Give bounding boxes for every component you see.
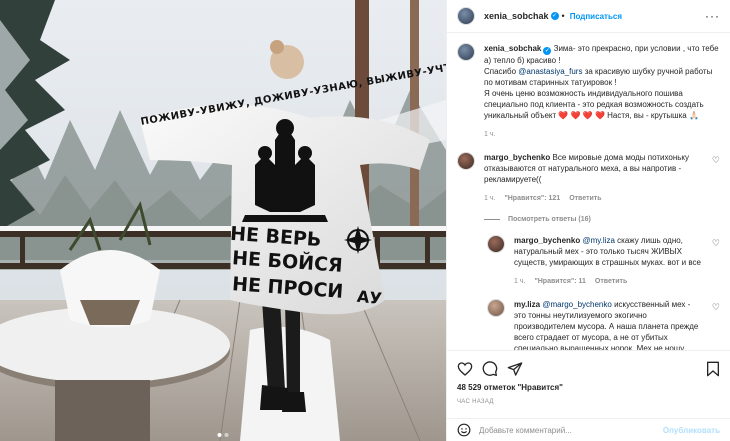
follow-button[interactable]: Подписаться <box>570 12 622 21</box>
reply-item: my.liza @margo_bychenko искусственный ме… <box>487 299 720 350</box>
emoji-icon[interactable] <box>457 423 471 437</box>
reply-time: 1 ч. <box>514 278 526 285</box>
comment-reply-button[interactable]: Ответить <box>569 193 601 204</box>
post-actions-bar <box>447 350 730 386</box>
post-side-panel: xenia_sobchak ✓ • Подписаться ··· xenia_… <box>446 0 730 441</box>
author-avatar[interactable] <box>457 7 475 25</box>
more-options-icon[interactable]: ··· <box>705 9 720 23</box>
reply-likes[interactable]: "Нравится": 11 <box>534 276 585 287</box>
caption-time: 1 ч. <box>484 131 496 138</box>
coat-side-text: АУ <box>356 286 383 309</box>
comment-input[interactable] <box>479 425 655 435</box>
reply-username[interactable]: margo_bychenko <box>514 236 580 245</box>
reply-avatar[interactable] <box>487 299 505 317</box>
comments-list[interactable]: xenia_sobchak ✓ Зима- это прекрасно, при … <box>447 33 730 350</box>
replies-line-divider <box>484 219 500 220</box>
reply-mention[interactable]: @my.liza <box>582 236 614 245</box>
post-photo[interactable]: ПОЖИВУ-УВИЖУ, ДОЖИВУ-УЗНАЮ, ВЫЖИВУ-УЧТУ … <box>0 0 446 441</box>
photo-scene <box>0 0 446 441</box>
reply-reply-button[interactable]: Ответить <box>595 276 627 287</box>
view-replies-label: Посмотреть ответы (16) <box>508 216 591 223</box>
comment-item: margo_bychenko Все мировые дома моды пот… <box>457 152 720 204</box>
publish-comment-button[interactable]: Опубликовать <box>663 426 720 435</box>
commenter-avatar[interactable] <box>457 152 475 170</box>
reply-like-heart-icon[interactable]: ♡ <box>712 235 720 287</box>
caption-text-2: Спасибо <box>484 67 517 76</box>
comment-likes[interactable]: "Нравится": 121 <box>504 193 560 204</box>
comment-like-heart-icon[interactable]: ♡ <box>712 152 720 204</box>
caption-text-4: Я очень ценю возможность индивидуального… <box>484 89 704 120</box>
post-timestamp[interactable]: ЧАС НАЗАД <box>457 399 494 405</box>
like-heart-icon[interactable] <box>457 361 473 377</box>
comment-bubble-icon[interactable] <box>482 360 498 377</box>
reply-mention[interactable]: @margo_bychenko <box>542 300 612 309</box>
verified-badge-icon: ✓ <box>543 47 552 55</box>
author-avatar-small[interactable] <box>457 43 475 61</box>
comment-time: 1 ч. <box>484 195 496 202</box>
author-username[interactable]: xenia_sobchak <box>484 11 549 21</box>
caption: xenia_sobchak ✓ Зима- это прекрасно, при … <box>457 43 720 140</box>
carousel-indicator <box>217 433 229 437</box>
caption-username[interactable]: xenia_sobchak <box>484 44 541 53</box>
post-header: xenia_sobchak ✓ • Подписаться ··· <box>447 0 730 33</box>
save-bookmark-icon[interactable] <box>706 361 720 377</box>
comment-username[interactable]: margo_bychenko <box>484 153 550 162</box>
reply-username[interactable]: my.liza <box>514 300 540 309</box>
likes-count[interactable]: 48 529 отметок "Нравится" <box>457 383 563 392</box>
reply-like-heart-icon[interactable]: ♡ <box>712 299 720 350</box>
reply-avatar[interactable] <box>487 235 505 253</box>
carousel-dot-active <box>217 433 222 437</box>
separator-dot: • <box>561 11 565 21</box>
reply-item: margo_bychenko @my.liza скажу лишь одно,… <box>487 235 720 287</box>
share-paper-plane-icon[interactable] <box>507 361 523 377</box>
verified-badge-icon: ✓ <box>550 12 559 20</box>
view-replies-button[interactable]: Посмотреть ответы (16) <box>484 216 720 223</box>
carousel-dot <box>224 433 229 437</box>
add-comment-bar: Опубликовать <box>447 418 730 441</box>
caption-mention[interactable]: @anastasiya_furs <box>518 67 582 76</box>
